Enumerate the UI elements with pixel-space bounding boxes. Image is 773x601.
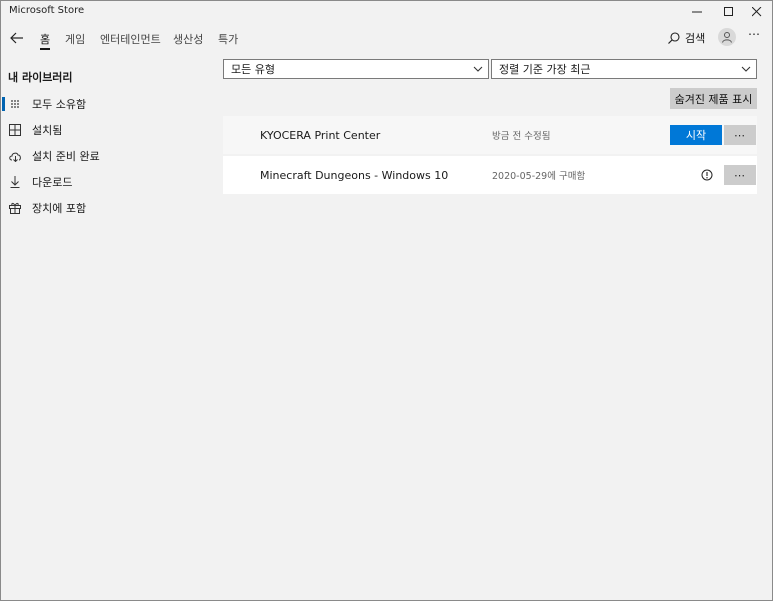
sort-dropdown[interactable]: 정렬 기준 가장 최근 bbox=[491, 59, 757, 79]
product-row[interactable]: KYOCERA Print Center 방금 전 수정됨 시작 ⋯ bbox=[223, 116, 757, 154]
tab-home[interactable]: 홈 bbox=[40, 31, 51, 50]
product-name: Minecraft Dungeons - Windows 10 bbox=[260, 168, 449, 182]
search-label: 검색 bbox=[685, 32, 706, 45]
download-icon bbox=[8, 175, 22, 189]
product-name: KYOCERA Print Center bbox=[260, 128, 381, 142]
back-arrow-icon bbox=[10, 32, 23, 44]
sidebar-item-ready-to-install[interactable]: 설치 준비 완료 bbox=[1, 146, 201, 166]
type-filter-value: 모든 유형 bbox=[231, 63, 275, 76]
search-icon bbox=[668, 32, 680, 44]
close-button[interactable] bbox=[741, 1, 773, 23]
back-button[interactable] bbox=[5, 26, 29, 50]
gift-box-icon bbox=[8, 201, 22, 215]
sort-value: 정렬 기준 가장 최근 bbox=[499, 63, 591, 76]
product-row[interactable]: Minecraft Dungeons - Windows 10 2020-05-… bbox=[223, 156, 757, 194]
title-bar: Microsoft Store bbox=[1, 1, 772, 23]
user-icon bbox=[722, 32, 732, 43]
store-window: Microsoft Store 홈 게임 엔터테인먼트 생산성 특가 검색 ⋯ … bbox=[0, 0, 773, 601]
apps-installed-icon bbox=[8, 123, 22, 137]
sidebar-item-installed[interactable]: 설치됨 bbox=[1, 120, 201, 140]
launch-button[interactable]: 시작 bbox=[670, 125, 722, 145]
tab-deals[interactable]: 특가 bbox=[218, 31, 238, 49]
tab-entertainment[interactable]: 엔터테인먼트 bbox=[100, 31, 161, 49]
chevron-down-icon bbox=[741, 66, 751, 72]
maximize-icon bbox=[724, 7, 733, 16]
chevron-down-icon bbox=[473, 66, 483, 72]
nav-bar: 홈 게임 엔터테인먼트 생산성 특가 검색 ⋯ bbox=[1, 23, 772, 53]
grid-dots-icon bbox=[8, 97, 22, 111]
product-more-button[interactable]: ⋯ bbox=[724, 165, 756, 185]
cloud-download-icon bbox=[8, 149, 22, 163]
sidebar-item-label: 다운로드 bbox=[32, 176, 73, 189]
product-status: 2020-05-29에 구매함 bbox=[492, 171, 586, 182]
library-title: 내 라이브러리 bbox=[8, 71, 73, 84]
product-more-button[interactable]: ⋯ bbox=[724, 125, 756, 145]
sidebar-item-all-owned[interactable]: 모두 소유함 bbox=[1, 94, 201, 114]
type-filter-dropdown[interactable]: 모든 유형 bbox=[223, 59, 489, 79]
sidebar-item-label: 설치 준비 완료 bbox=[32, 150, 100, 163]
minimize-icon bbox=[692, 11, 702, 13]
product-status: 방금 전 수정됨 bbox=[492, 131, 551, 142]
close-icon bbox=[752, 7, 762, 17]
tab-games[interactable]: 게임 bbox=[65, 31, 85, 49]
see-more-button[interactable]: ⋯ bbox=[748, 27, 761, 41]
sidebar-item-included-with-device[interactable]: 장치에 포함 bbox=[1, 198, 201, 218]
account-avatar[interactable] bbox=[718, 28, 736, 46]
sidebar-item-label: 설치됨 bbox=[32, 124, 63, 137]
info-icon[interactable] bbox=[701, 169, 713, 181]
sidebar-item-downloads[interactable]: 다운로드 bbox=[1, 172, 201, 192]
sidebar-item-label: 장치에 포함 bbox=[32, 202, 87, 215]
window-title: Microsoft Store bbox=[9, 5, 85, 16]
sidebar-item-label: 모두 소유함 bbox=[32, 98, 87, 111]
minimize-button[interactable] bbox=[681, 1, 713, 23]
search-button[interactable]: 검색 bbox=[668, 29, 705, 47]
tab-productivity[interactable]: 생산성 bbox=[173, 31, 203, 49]
show-hidden-products-button[interactable]: 숨겨진 제품 표시 bbox=[670, 88, 757, 109]
